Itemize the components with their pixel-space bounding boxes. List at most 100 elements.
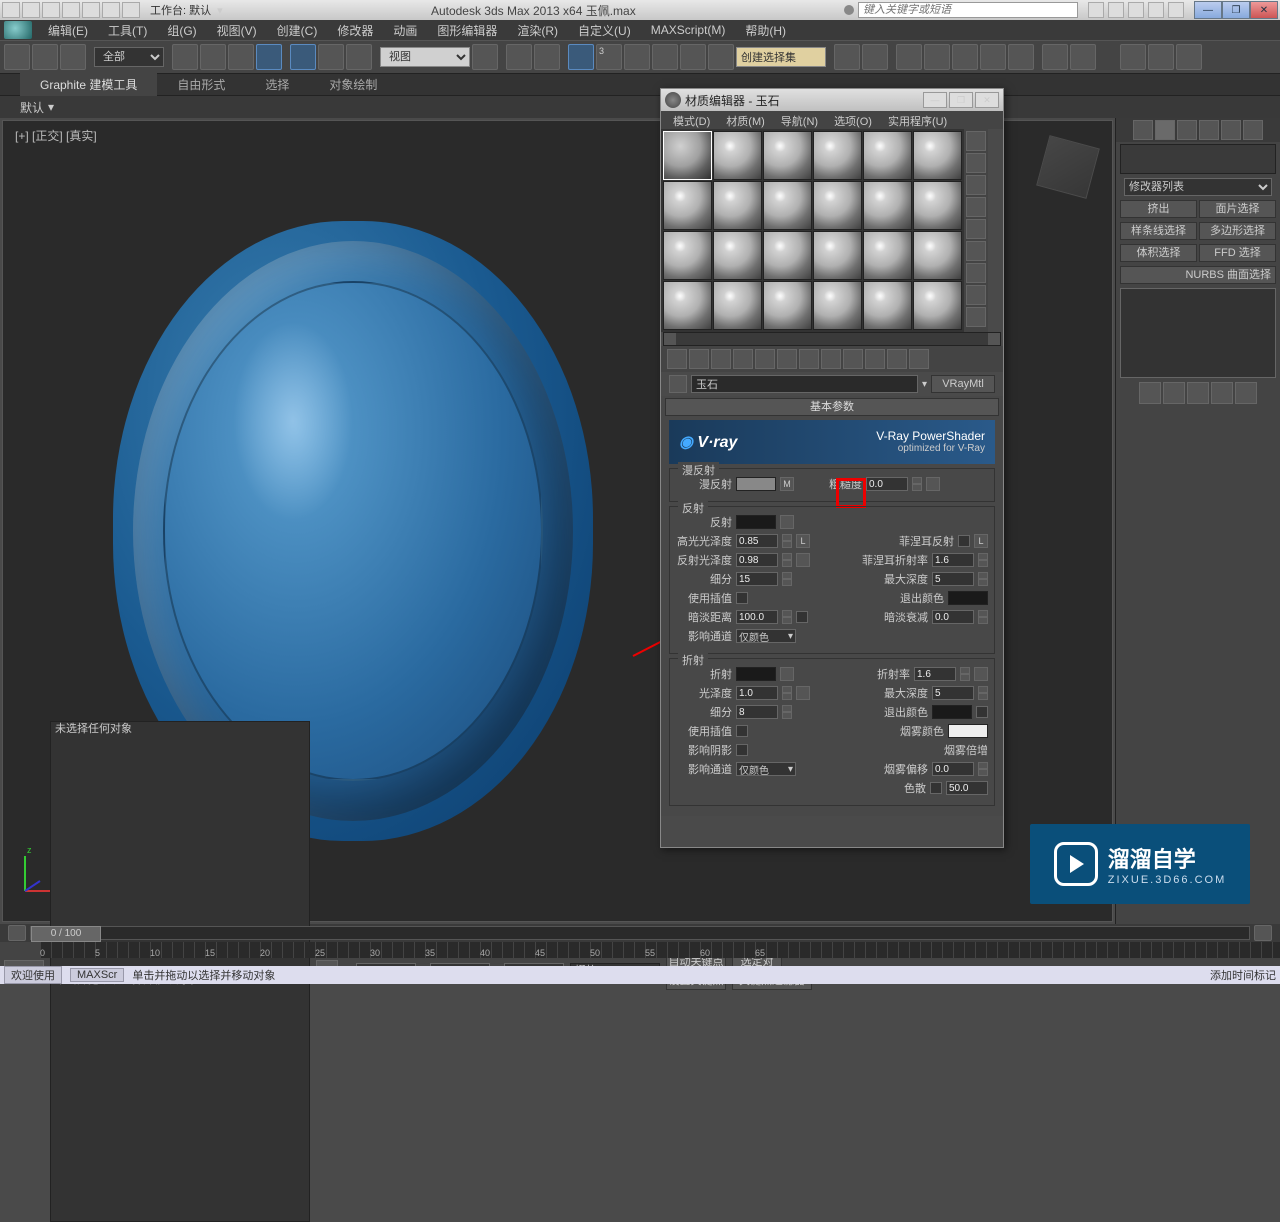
mat-slot-2[interactable] bbox=[763, 131, 812, 180]
sample-uv-icon[interactable] bbox=[966, 197, 986, 217]
refr-affect-select[interactable]: 仅颜色▾ bbox=[736, 762, 796, 776]
mat-slot-9[interactable] bbox=[813, 181, 862, 230]
snap-toggle-icon[interactable] bbox=[568, 44, 594, 70]
workspace-label[interactable]: 工作台: 默认 bbox=[150, 2, 211, 18]
mod-btn-volsel[interactable]: 体积选择 bbox=[1120, 244, 1197, 262]
mat-map-nav-icon[interactable] bbox=[966, 307, 986, 327]
mat-minimize-button[interactable]: — bbox=[923, 92, 947, 108]
utility-tab-icon[interactable] bbox=[1243, 120, 1263, 140]
hglossy-spinner[interactable]: 0.85 bbox=[736, 534, 778, 548]
viewcube[interactable] bbox=[1032, 131, 1102, 201]
favorite-icon[interactable] bbox=[1148, 2, 1164, 18]
remove-mod-icon[interactable] bbox=[1211, 382, 1233, 404]
roughness-spinner-btns[interactable] bbox=[912, 477, 922, 491]
show-result-icon[interactable] bbox=[1163, 382, 1185, 404]
qat-open-icon[interactable] bbox=[22, 2, 40, 18]
roughness-spinner[interactable]: 0.0 bbox=[866, 477, 908, 491]
percent-snap-icon[interactable] bbox=[624, 44, 650, 70]
render-prod-icon[interactable] bbox=[1120, 44, 1146, 70]
render-active-icon[interactable] bbox=[1176, 44, 1202, 70]
modifier-list-select[interactable]: 修改器列表 bbox=[1124, 178, 1272, 196]
ior-map-button[interactable] bbox=[974, 667, 988, 681]
menu-edit[interactable]: 编辑(E) bbox=[38, 20, 98, 41]
fresnel-checkbox[interactable] bbox=[958, 535, 970, 547]
menu-view[interactable]: 视图(V) bbox=[207, 20, 267, 41]
refr-subdiv-spinner[interactable]: 8 bbox=[736, 705, 778, 719]
fog-color-swatch[interactable] bbox=[948, 724, 988, 738]
select-by-mat-icon[interactable] bbox=[966, 285, 986, 305]
rglossy-map-button[interactable] bbox=[796, 553, 810, 567]
mat-slot-20[interactable] bbox=[763, 281, 812, 330]
refr-maxdepth-spinner[interactable]: 5 bbox=[932, 686, 974, 700]
select-region-icon[interactable] bbox=[228, 44, 254, 70]
scroll-right-icon[interactable] bbox=[988, 333, 1000, 345]
reflect-color-swatch[interactable] bbox=[736, 515, 776, 529]
info-center-icon[interactable] bbox=[844, 5, 854, 15]
configure-icon[interactable] bbox=[1235, 382, 1257, 404]
exchange-icon[interactable] bbox=[1128, 2, 1144, 18]
named-selection-input[interactable] bbox=[736, 47, 826, 67]
menu-grapheditor[interactable]: 图形编辑器 bbox=[427, 20, 507, 41]
mirror-icon[interactable] bbox=[834, 44, 860, 70]
motion-tab-icon[interactable] bbox=[1199, 120, 1219, 140]
ribbon-tab-graphite[interactable]: Graphite 建模工具 bbox=[20, 73, 157, 96]
mat-slot-15[interactable] bbox=[813, 231, 862, 280]
bind-spacewarp-icon[interactable] bbox=[60, 44, 86, 70]
make-unique-icon[interactable] bbox=[777, 349, 797, 369]
mod-btn-polysel[interactable]: 多边形选择 bbox=[1199, 222, 1276, 240]
fog-bias-spinner[interactable]: 0.0 bbox=[932, 762, 974, 776]
rollout-basic-params[interactable]: 基本参数 bbox=[665, 398, 999, 416]
mat-slot-1[interactable] bbox=[713, 131, 762, 180]
object-name-field[interactable] bbox=[1120, 144, 1276, 174]
menu-maxscript[interactable]: MAXScript(M) bbox=[641, 21, 736, 39]
sample-type-icon[interactable] bbox=[966, 131, 986, 151]
refl-affect-select[interactable]: 仅颜色▾ bbox=[736, 629, 796, 643]
menu-render[interactable]: 渲染(R) bbox=[507, 20, 568, 41]
mat-slot-16[interactable] bbox=[863, 231, 912, 280]
mat-slot-0[interactable] bbox=[663, 131, 712, 180]
unlink-icon[interactable] bbox=[32, 44, 58, 70]
mod-btn-splinesel[interactable]: 样条线选择 bbox=[1120, 222, 1197, 240]
menu-create[interactable]: 创建(C) bbox=[267, 20, 328, 41]
mat-menu-options[interactable]: 选项(O) bbox=[826, 111, 880, 129]
refr-exit-checkbox[interactable] bbox=[976, 706, 988, 718]
mat-slot-11[interactable] bbox=[913, 181, 962, 230]
menu-help[interactable]: 帮助(H) bbox=[735, 20, 796, 41]
show-map-icon[interactable] bbox=[843, 349, 863, 369]
select-scale-icon[interactable] bbox=[346, 44, 372, 70]
pick-material-icon[interactable] bbox=[669, 375, 687, 393]
mat-slot-12[interactable] bbox=[663, 231, 712, 280]
keyboard-shortcut-icon[interactable] bbox=[534, 44, 560, 70]
welcome-button[interactable]: 欢迎使用 bbox=[4, 966, 62, 984]
mat-slot-8[interactable] bbox=[763, 181, 812, 230]
pin-stack-icon[interactable] bbox=[1139, 382, 1161, 404]
align-icon[interactable] bbox=[862, 44, 888, 70]
ref-coord-select[interactable]: 视图 bbox=[380, 47, 470, 67]
ribbon-tab-select[interactable]: 选择 bbox=[245, 73, 309, 96]
mod-btn-patchsel[interactable]: 面片选择 bbox=[1199, 200, 1276, 218]
hglossy-lock-button[interactable]: L bbox=[796, 534, 810, 548]
refl-subdiv-spinner[interactable]: 15 bbox=[736, 572, 778, 586]
menu-tools[interactable]: 工具(T) bbox=[98, 20, 157, 41]
reset-map-icon[interactable] bbox=[733, 349, 753, 369]
dim-dist-spinner[interactable]: 100.0 bbox=[736, 610, 778, 624]
material-type-button[interactable]: VRayMtl bbox=[931, 375, 995, 393]
qat-new-icon[interactable] bbox=[2, 2, 20, 18]
material-name-input[interactable] bbox=[691, 375, 918, 393]
mat-maximize-button[interactable]: ❐ bbox=[949, 92, 973, 108]
select-move-icon[interactable] bbox=[290, 44, 316, 70]
render-iter-icon[interactable] bbox=[1148, 44, 1174, 70]
modify-tab-icon[interactable] bbox=[1155, 120, 1175, 140]
mat-slot-4[interactable] bbox=[863, 131, 912, 180]
diffuse-map-button[interactable]: M bbox=[780, 477, 794, 491]
assign-to-sel-icon[interactable] bbox=[711, 349, 731, 369]
qat-more-icon[interactable] bbox=[122, 2, 140, 18]
scroll-left-icon[interactable] bbox=[664, 333, 676, 345]
make-copy-icon[interactable] bbox=[755, 349, 775, 369]
time-slider[interactable]: 0 / 100 bbox=[30, 926, 1250, 940]
mat-close-button[interactable]: ✕ bbox=[975, 92, 999, 108]
material-id-icon[interactable] bbox=[821, 349, 841, 369]
maximize-button[interactable]: ❐ bbox=[1222, 1, 1250, 19]
mat-slot-10[interactable] bbox=[863, 181, 912, 230]
render-frame-icon[interactable] bbox=[1070, 44, 1096, 70]
